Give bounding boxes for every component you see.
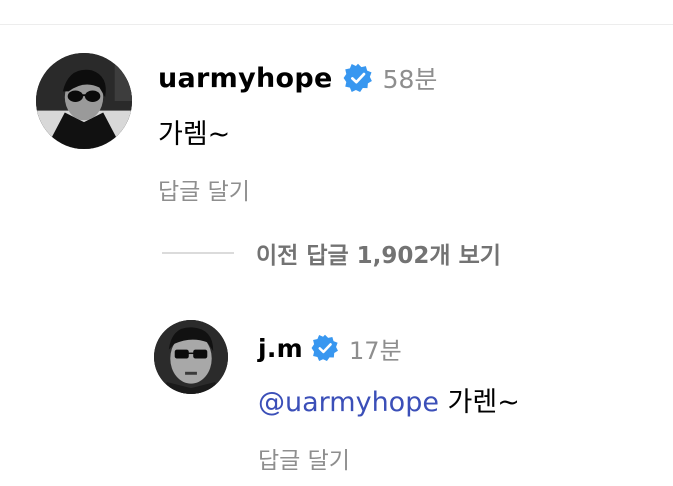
timestamp: 58분: [382, 65, 438, 94]
comment-text: 가렘~: [158, 119, 231, 150]
username[interactable]: j.m: [258, 334, 303, 363]
view-previous-replies-button[interactable]: 이전 답글 1,902개 보기: [162, 236, 501, 270]
profile-photo-icon: [36, 53, 132, 149]
divider-line: [162, 252, 234, 254]
top-divider: [0, 24, 673, 25]
reply-button[interactable]: 답글 달기: [158, 172, 250, 206]
comment-header: uarmyhope 58분: [158, 58, 437, 98]
avatar[interactable]: [36, 53, 132, 149]
reply-text: @uarmyhope 가렌~: [258, 380, 520, 419]
reply-button[interactable]: 답글 달기: [258, 441, 350, 475]
verified-badge-icon: [311, 334, 339, 362]
view-replies-label: 이전 답글 1,902개 보기: [256, 243, 501, 269]
username[interactable]: uarmyhope: [158, 63, 333, 94]
avatar[interactable]: [154, 320, 228, 394]
verified-badge-icon: [343, 63, 373, 93]
reply-header: j.m 17분: [258, 330, 402, 366]
profile-photo-icon: [154, 320, 228, 394]
mention-link[interactable]: @uarmyhope: [258, 387, 439, 418]
reply-body: 가렌~: [447, 387, 520, 418]
timestamp: 17분: [349, 336, 402, 365]
